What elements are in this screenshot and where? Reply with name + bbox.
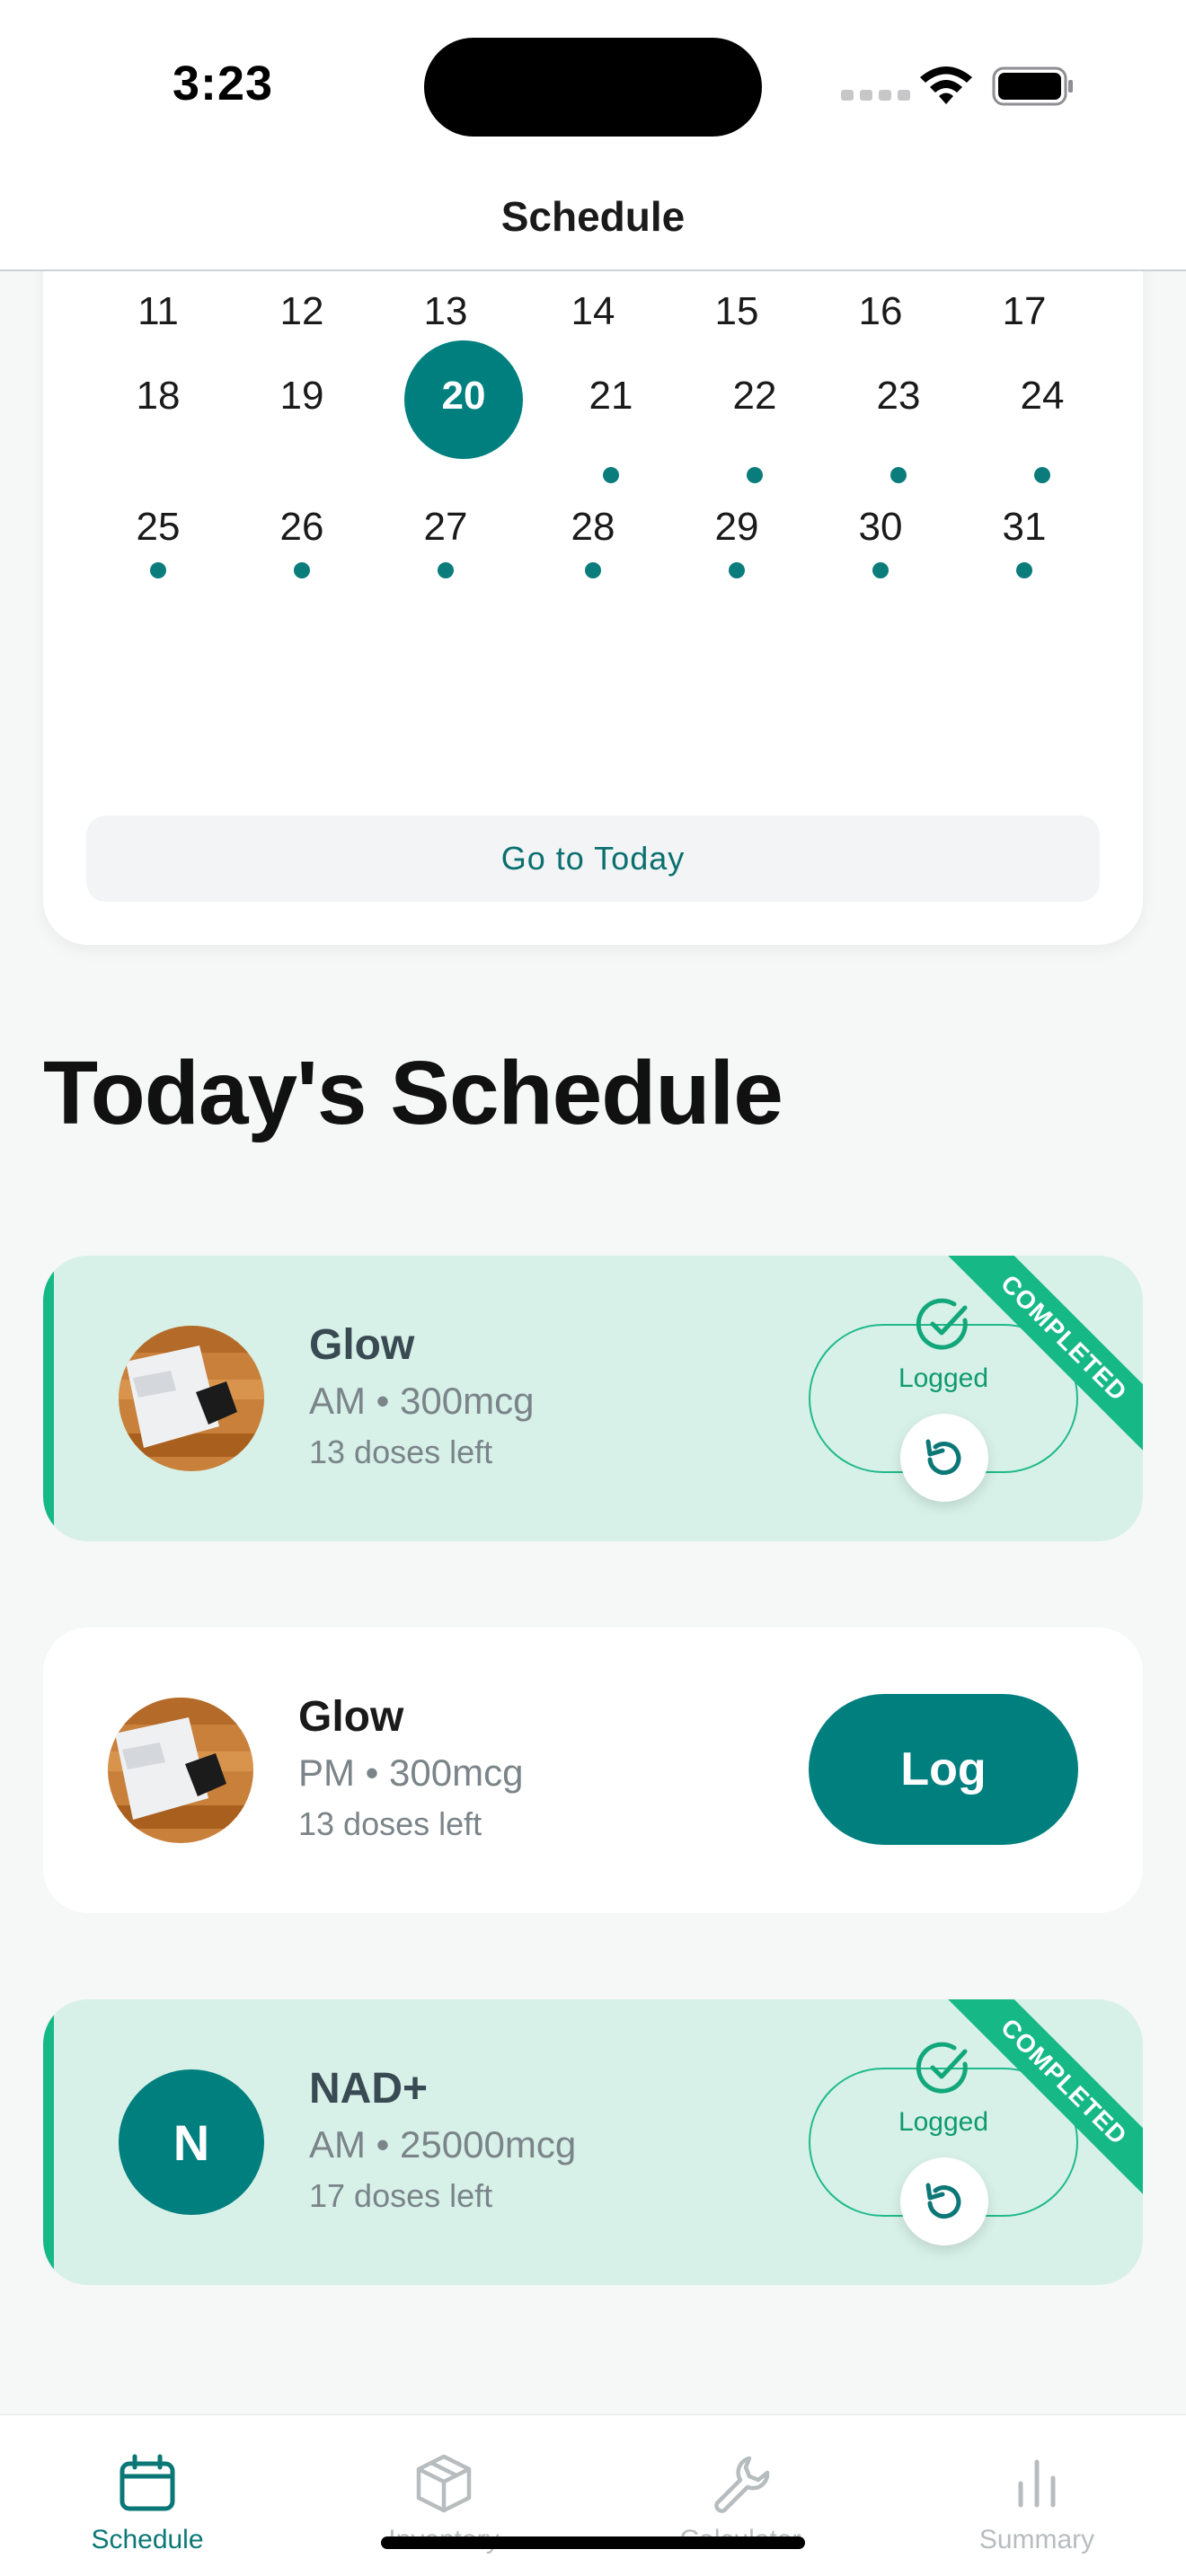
- calendar-day-26[interactable]: 26: [248, 505, 356, 550]
- undo-button[interactable]: [900, 2157, 988, 2245]
- scheduled-dose-dot: [294, 562, 310, 578]
- calendar-day-18[interactable]: 18: [104, 374, 212, 419]
- calendar-day-16[interactable]: 16: [827, 289, 934, 334]
- navigation-bar: Schedule: [0, 162, 1186, 271]
- dynamic-island: [424, 38, 762, 137]
- tab-label: Summary: [978, 2525, 1095, 2554]
- dose-name: NAD+: [309, 2065, 429, 2113]
- check-circle-icon: [916, 1298, 968, 1350]
- scheduled-dose-dot: [872, 562, 889, 578]
- log-button[interactable]: Log: [809, 1694, 1078, 1845]
- doses-left: 13 doses left: [309, 1434, 493, 1470]
- go-to-today-button[interactable]: Go to Today: [86, 816, 1100, 902]
- calendar-day-14[interactable]: 14: [539, 289, 647, 334]
- calendar-day-11[interactable]: 11: [104, 289, 212, 334]
- letter-avatar: N: [119, 2069, 264, 2215]
- doses-left: 17 doses left: [309, 2177, 493, 2214]
- dose-card-glow-pm[interactable]: Glow PM • 300mcg 13 doses left Log: [43, 1628, 1143, 1913]
- scheduled-dose-dot: [1034, 467, 1050, 483]
- check-circle-icon: [916, 2042, 968, 2094]
- calendar-day-25[interactable]: 25: [104, 505, 212, 550]
- tab-label: Schedule: [91, 2525, 204, 2554]
- wrench-icon: [714, 2456, 770, 2513]
- calendar-day-21[interactable]: 21: [557, 374, 665, 419]
- product-photo: [108, 1698, 253, 1843]
- status-time: 3:23: [173, 57, 274, 110]
- battery-icon: [992, 66, 1073, 106]
- box-icon: [416, 2454, 472, 2513]
- wifi-icon: [920, 66, 972, 104]
- calendar-day-24[interactable]: 24: [988, 374, 1096, 419]
- status-bar: 3:23: [0, 0, 1186, 162]
- calendar-day-31[interactable]: 31: [970, 505, 1078, 550]
- home-indicator: [381, 2536, 805, 2549]
- scheduled-dose-dot: [1016, 562, 1032, 578]
- calendar-day-29[interactable]: 29: [683, 505, 791, 550]
- tab-schedule[interactable]: Schedule: [58, 2451, 237, 2555]
- bar-chart-icon: [1018, 2459, 1056, 2508]
- logged-label: Logged: [898, 2107, 989, 2137]
- scheduled-dose-dot: [603, 467, 619, 483]
- calendar-day-20[interactable]: 20: [410, 374, 518, 419]
- scheduled-dose-dot: [890, 467, 907, 483]
- calendar-icon: [119, 2454, 175, 2511]
- undo-button[interactable]: [900, 1414, 988, 1502]
- calendar-day-12[interactable]: 12: [248, 289, 356, 334]
- calendar-day-15[interactable]: 15: [683, 289, 791, 334]
- section-heading: Today's Schedule: [43, 1043, 783, 1143]
- scheduled-dose-dot: [585, 562, 601, 578]
- dose-detail: AM • 300mcg: [309, 1380, 535, 1422]
- calendar-day-13[interactable]: 13: [392, 289, 500, 334]
- cellular-signal-icon: [841, 90, 910, 101]
- scheduled-dose-dot: [438, 562, 454, 578]
- calendar-day-17[interactable]: 17: [970, 289, 1078, 334]
- dose-name: Glow: [298, 1693, 404, 1741]
- page-title: Schedule: [500, 193, 686, 240]
- doses-left: 13 doses left: [298, 1805, 482, 1842]
- logged-label: Logged: [898, 1363, 989, 1393]
- calendar-day-22[interactable]: 22: [701, 374, 809, 419]
- calendar-day-23[interactable]: 23: [845, 374, 952, 419]
- dose-detail: PM • 300mcg: [298, 1751, 524, 1794]
- tab-bar: Schedule Inventory Calculator Summary: [0, 2414, 1186, 2576]
- undo-icon: [925, 2183, 961, 2219]
- dose-card-nad-am[interactable]: N NAD+ AM • 25000mcg 17 doses left Logge…: [43, 1999, 1143, 2285]
- calendar-card: 11 12 13 14 15 16 17 18 19 20 21 22 23 24 25 26 27 28 29 30…: [43, 216, 1143, 945]
- calendar-day-30[interactable]: 30: [827, 505, 934, 550]
- calendar-day-28[interactable]: 28: [539, 505, 647, 550]
- product-photo: [119, 1326, 264, 1471]
- dose-card-glow-am[interactable]: Glow AM • 300mcg 13 doses left Logged CO…: [43, 1256, 1143, 1541]
- scheduled-dose-dot: [150, 562, 166, 578]
- dose-name: Glow: [309, 1321, 415, 1369]
- undo-icon: [925, 1439, 961, 1476]
- tab-summary[interactable]: Summary: [947, 2451, 1127, 2555]
- calendar-day-27[interactable]: 27: [392, 505, 500, 550]
- scheduled-dose-dot: [729, 562, 745, 578]
- dose-detail: AM • 25000mcg: [309, 2123, 577, 2166]
- calendar-day-19[interactable]: 19: [248, 374, 356, 419]
- scheduled-dose-dot: [747, 467, 763, 483]
